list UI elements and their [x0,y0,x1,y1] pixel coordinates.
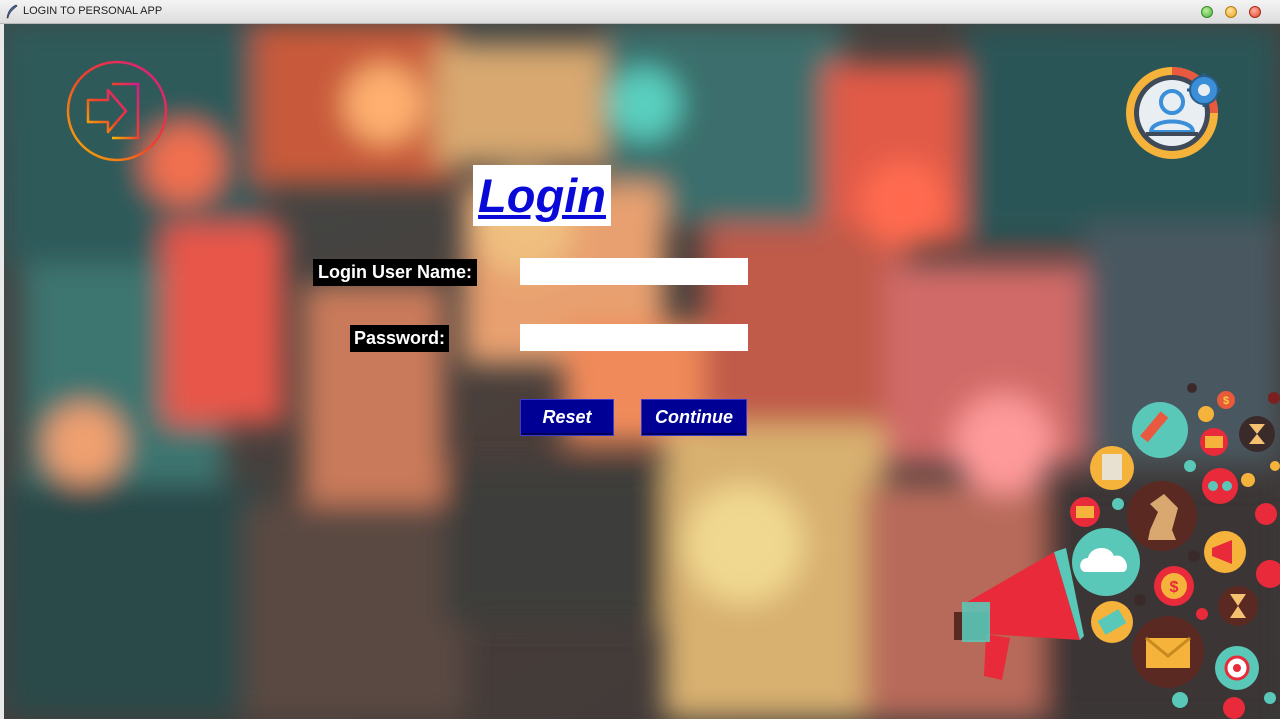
user-settings-icon [1126,67,1221,159]
minimize-button[interactable] [1201,6,1213,18]
window-title: LOGIN TO PERSONAL APP [23,5,163,17]
password-label: Password: [350,325,449,352]
username-label: Login User Name: [313,259,477,286]
maximize-button[interactable] [1225,6,1237,18]
username-input[interactable] [520,258,748,285]
login-heading: Login [473,165,611,226]
feather-app-icon [6,4,18,19]
title-bar: LOGIN TO PERSONAL APP [0,0,1280,24]
marketing-illustration: $ $ [954,383,1280,719]
continue-button[interactable]: Continue [641,399,747,436]
logout-icon [66,60,168,162]
svg-text:$: $ [1223,395,1229,407]
password-input[interactable] [520,324,748,351]
reset-button[interactable]: Reset [520,399,614,436]
svg-text:$: $ [1170,579,1179,596]
close-button[interactable] [1249,6,1261,18]
